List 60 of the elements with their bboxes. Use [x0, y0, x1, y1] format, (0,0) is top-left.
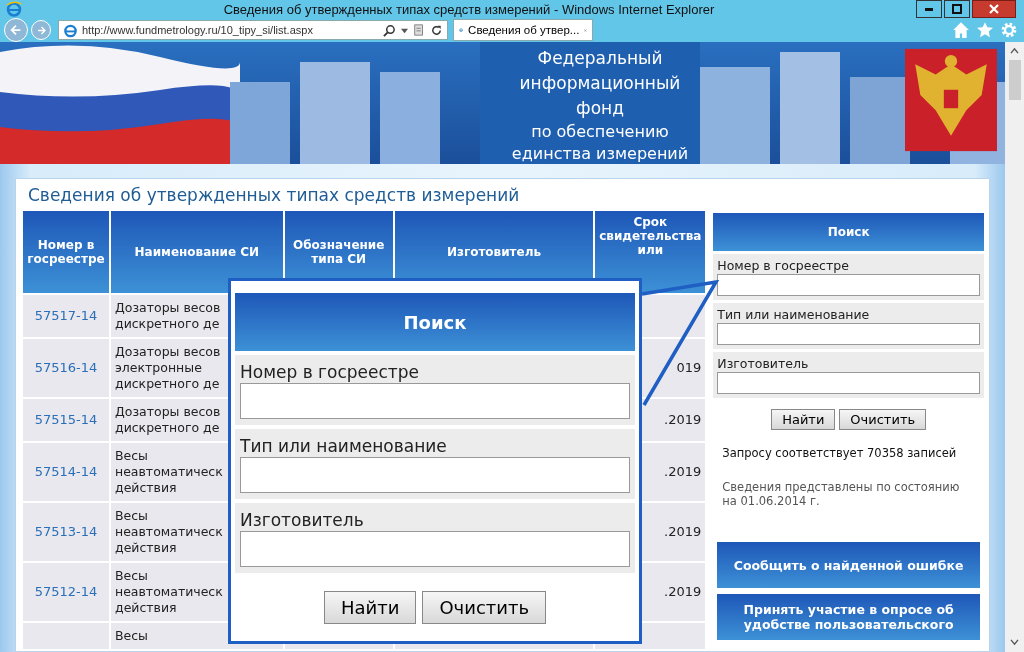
column-header: Номер в госреестре — [23, 211, 109, 293]
input-field[interactable] — [240, 457, 630, 493]
scrollbar[interactable] — [1005, 42, 1024, 652]
registry-number-link[interactable]: 57515-14 — [23, 399, 109, 441]
registry-number-link[interactable]: 57516-14 — [23, 339, 109, 397]
input-field[interactable] — [717, 274, 980, 296]
input-field[interactable] — [240, 531, 630, 567]
search-panel-header: Поиск — [713, 213, 984, 251]
scroll-up-icon[interactable] — [1010, 47, 1019, 54]
result-count-text: Запросу соответствует 70358 записей — [722, 446, 958, 460]
search-panel-header: Поиск — [235, 293, 635, 351]
compatibility-icon[interactable] — [413, 24, 425, 36]
registry-number-link[interactable]: 57517-14 — [23, 295, 109, 337]
form-button[interactable]: Очистить — [839, 409, 927, 430]
input-field[interactable] — [717, 372, 980, 394]
header-title-line: единства измерений — [511, 143, 689, 165]
registry-number-link[interactable]: 57512-14 — [23, 563, 109, 621]
form-button[interactable]: Найти — [323, 591, 417, 624]
column-header: Срок свидетельства или — [595, 211, 706, 293]
header-title-line: фонд — [576, 97, 624, 120]
browser-logo-icon — [63, 22, 78, 38]
field-label: Изготовитель — [717, 356, 810, 371]
header-title-line: по обеспечению — [531, 121, 669, 143]
link-button[interactable]: Принять участие в опросе об удобстве пользовательского — [717, 594, 980, 640]
maximize-icon — [952, 4, 962, 14]
browser-logo-icon — [6, 1, 22, 17]
close-icon — [989, 4, 999, 14]
input-field[interactable] — [717, 323, 980, 345]
scroll-down-icon[interactable] — [1010, 639, 1019, 646]
form-button[interactable]: Очистить — [422, 591, 547, 624]
dropdown-icon[interactable] — [401, 26, 408, 34]
header-title-line: информационный — [519, 72, 681, 95]
back-arrow-icon — [9, 23, 23, 37]
registry-number-link[interactable]: 57514-14 — [23, 443, 109, 501]
data-date-text: Сведения представлены по состоянию на 01.06.2014 г. — [722, 480, 961, 508]
field-label: Тип или наименование — [717, 307, 871, 322]
window-title: Сведения об утвержденных типах средств измерений - Windows Internet Explorer — [222, 1, 716, 17]
field-label: Номер в госреестре — [717, 258, 850, 273]
page-title: Сведения об утвержденных типах средств измерений — [28, 185, 521, 205]
close-button[interactable] — [972, 0, 1016, 18]
link-button[interactable]: Сообщить о найденной ошибке — [717, 542, 980, 588]
input-field[interactable] — [240, 383, 630, 419]
emblem-icon — [905, 48, 997, 152]
maximize-button[interactable] — [944, 0, 970, 18]
refresh-icon[interactable] — [430, 23, 443, 37]
scrollbar-thumb[interactable] — [1008, 60, 1021, 100]
settings-icon[interactable] — [1000, 21, 1018, 39]
form-button[interactable]: Найти — [771, 409, 836, 430]
back-button[interactable] — [4, 18, 28, 42]
forward-button[interactable] — [31, 20, 51, 40]
minimize-icon — [925, 7, 933, 11]
search-icon[interactable] — [383, 23, 396, 37]
column-header: Наименование СИ — [111, 211, 283, 293]
address-field[interactable]: http://www.fundmetrology.ru/10_tipy_si/list.aspx — [58, 20, 448, 40]
star-icon[interactable] — [976, 21, 994, 39]
header-title-line: Федеральный — [537, 47, 663, 70]
forward-arrow-icon — [35, 24, 47, 36]
registry-number-link[interactable]: 57513-14 — [23, 503, 109, 561]
minimize-button[interactable] — [916, 0, 942, 18]
browser-tab[interactable]: Сведения об утвер... — [453, 19, 593, 41]
